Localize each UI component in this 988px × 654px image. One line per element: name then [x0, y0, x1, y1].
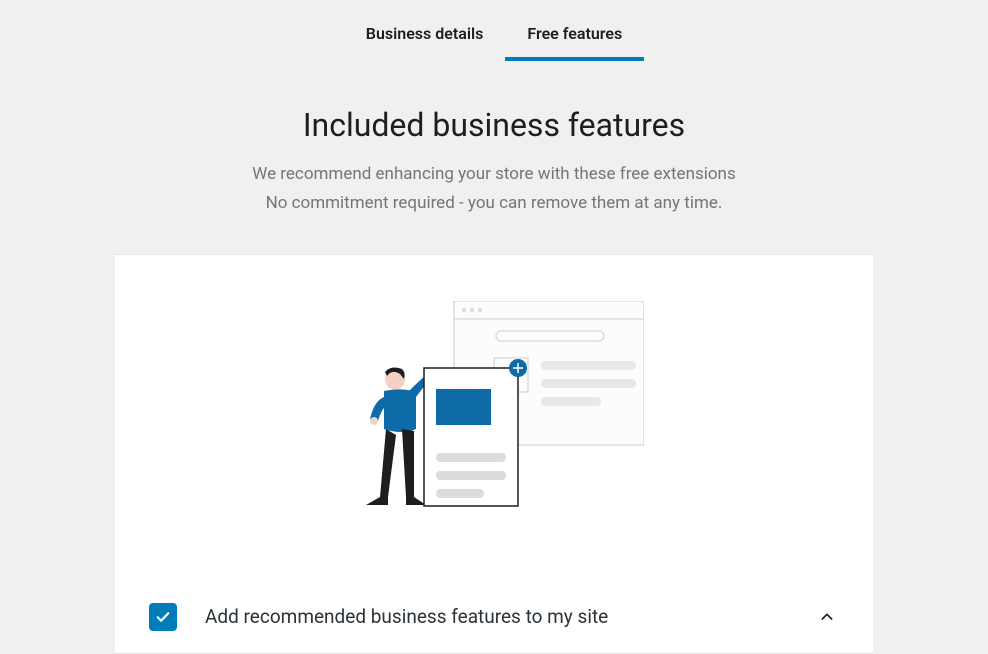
tab-label: Free features — [527, 24, 622, 43]
accordion-header[interactable]: Add recommended business features to my … — [115, 589, 873, 645]
step-tabs: Business details Free features — [0, 0, 988, 61]
accordion-label: Add recommended business features to my … — [205, 605, 815, 628]
chevron-up-icon — [819, 609, 835, 625]
recommended-features-checkbox[interactable] — [149, 603, 177, 631]
subtitle-line-2: No commitment required - you can remove … — [0, 189, 988, 218]
features-illustration — [115, 255, 873, 511]
features-card: Add recommended business features to my … — [114, 254, 874, 654]
header-section: Included business features We recommend … — [0, 106, 988, 218]
tab-label: Business details — [366, 24, 484, 43]
page-title: Included business features — [0, 106, 988, 144]
accordion-toggle[interactable] — [815, 605, 839, 629]
illustration-icon — [344, 301, 644, 511]
tab-free-features[interactable]: Free features — [505, 14, 644, 61]
subtitle-line-1: We recommend enhancing your store with t… — [0, 160, 988, 189]
page-subtitle: We recommend enhancing your store with t… — [0, 160, 988, 218]
check-icon — [154, 608, 172, 626]
tab-business-details[interactable]: Business details — [344, 14, 506, 61]
